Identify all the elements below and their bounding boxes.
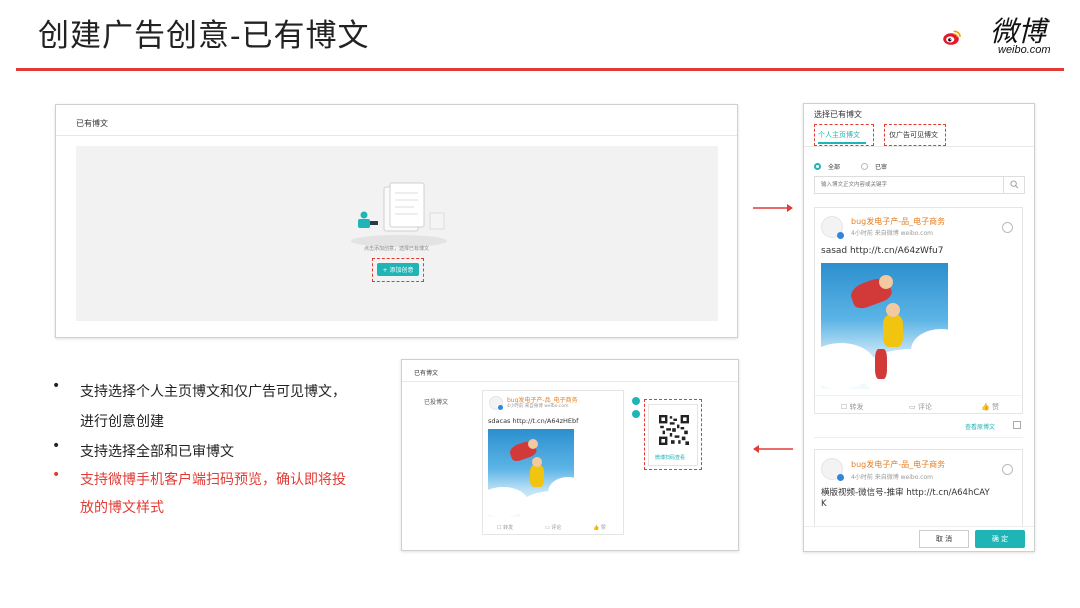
post-meta: 4小时前 来自微博 weibo.com <box>507 404 569 409</box>
tabs-divider <box>804 146 1034 147</box>
repost-label: 转发 <box>849 403 864 411</box>
comment-label: 评论 <box>917 403 932 411</box>
header-divider <box>56 135 737 136</box>
qr-toggle-icon[interactable] <box>632 410 640 418</box>
qr-box: 微博扫码查看 <box>648 404 698 466</box>
view-original-link[interactable]: 查看原博文 <box>965 422 995 431</box>
comment-button[interactable]: ▭ 评论 <box>909 402 932 412</box>
post-meta: 4小时前 来自微博 weibo.com <box>851 474 933 481</box>
qr-caption: 微博扫码查看 <box>655 455 686 461</box>
panel-header: 已有博文 <box>76 119 108 128</box>
posts-divider <box>814 437 1023 438</box>
post-user-name[interactable]: bug发电子产-品_电子商务 <box>851 216 945 227</box>
selected-post-panel: 已有博文 已投博文 bug发电子产-品_电子商务 4小时前 来自微博 weibo… <box>401 359 739 551</box>
qr-code-icon <box>659 415 689 445</box>
arrow-left-icon <box>753 445 793 453</box>
bullet-1-line-2: 进行创意创建 <box>80 414 164 430</box>
header-divider <box>16 68 1064 71</box>
grid-icon[interactable] <box>1013 421 1021 429</box>
panel-header: 已有博文 <box>414 370 439 377</box>
filter-all-label: 全部 <box>828 164 841 171</box>
post-card[interactable]: bug发电子产-品_电子商务 4小时前 来自微博 weibo.com sasad… <box>814 207 1023 414</box>
bullet-3-line-2: 放的博文样式 <box>80 500 164 516</box>
bullet-dot: • <box>52 378 61 394</box>
tab-ads-only-posts[interactable]: 仅广告可见博文 <box>889 130 938 140</box>
filter-all-radio[interactable] <box>814 163 821 170</box>
post-image <box>488 429 574 517</box>
existing-posts-panel: 已有博文 点击添加创意，选择已有博文 + 添加创意 <box>55 104 738 338</box>
weibo-logo-icon <box>943 30 961 45</box>
like-label: 赞 <box>600 525 606 531</box>
bullet-3-line-1: 支持微博手机客户端扫码预览，确认即将投 <box>80 472 346 488</box>
repost-button[interactable]: ☐ 转发 <box>497 524 513 531</box>
bullet-dot: • <box>52 467 61 483</box>
like-button[interactable]: 👍 赞 <box>593 524 606 531</box>
like-label: 赞 <box>991 403 999 411</box>
repost-label: 转发 <box>503 525 514 531</box>
comment-button[interactable]: ▭ 评论 <box>545 524 561 531</box>
arrow-right-icon <box>753 204 793 212</box>
post-user-name[interactable]: bug发电子产-品_电子商务 <box>851 459 945 470</box>
logo-domain: weibo.com <box>998 44 1051 56</box>
post-text-line-2: K <box>821 499 827 509</box>
post-select-radio[interactable] <box>1002 222 1013 233</box>
post-text-line-1: 横版视频-微信号-推审 http://t.cn/A64hCAY <box>821 488 990 498</box>
bullet-2-line-1: 支持选择全部和已审博文 <box>80 444 234 460</box>
search-input[interactable] <box>815 177 1001 193</box>
repost-button[interactable]: ☐ 转发 <box>841 402 864 412</box>
dialog-title: 选择已有博文 <box>814 110 862 119</box>
search-box <box>814 176 1025 194</box>
header-divider <box>402 381 738 382</box>
cancel-button[interactable]: 取 消 <box>919 530 969 548</box>
verified-icon <box>837 232 844 239</box>
tab-personal-posts[interactable]: 个人主页博文 <box>818 130 860 140</box>
post-text: sdacas http://t.cn/A64zHEbf <box>488 417 579 425</box>
bullet-dot: • <box>52 438 61 454</box>
post-card: bug发电子产-品_电子商务 4小时前 来自微博 weibo.com sdaca… <box>482 390 624 535</box>
actions-divider <box>815 395 1022 396</box>
like-button[interactable]: 👍 赞 <box>981 402 999 412</box>
close-icon[interactable] <box>632 397 640 405</box>
empty-hint: 点击添加创意，选择已有博文 <box>364 246 430 252</box>
verified-icon <box>498 405 503 410</box>
post-image <box>821 263 948 389</box>
select-post-dialog: 选择已有博文 个人主页博文 仅广告可见博文 全部 已审 bug发电子产-品_电子… <box>803 103 1035 552</box>
empty-illustration-icon <box>351 182 447 247</box>
verified-icon <box>837 474 844 481</box>
post-meta: 4小时前 来自微博 weibo.com <box>851 230 933 237</box>
filter-reviewed-radio[interactable] <box>861 163 868 170</box>
filter-reviewed-label: 已审 <box>875 164 888 171</box>
tab-active-underline <box>818 142 866 144</box>
add-creative-button[interactable]: + 添加创意 <box>377 263 419 276</box>
search-divider <box>1003 177 1004 193</box>
search-icon[interactable] <box>1010 180 1019 189</box>
bullet-1-line-1: 支持选择个人主页博文和仅广告可见博文， <box>80 384 346 400</box>
field-label: 已投博文 <box>424 399 449 406</box>
comment-label: 评论 <box>551 525 562 531</box>
feature-list: • 支持选择个人主页博文和仅广告可见博文， 进行创意创建 • 支持选择全部和已审… <box>52 378 392 518</box>
post-select-radio[interactable] <box>1002 464 1013 475</box>
slide-title: 创建广告创意-已有博文 <box>38 18 370 54</box>
post-text: sasad http://t.cn/A64zWfu7 <box>821 246 944 256</box>
confirm-button[interactable]: 确 定 <box>975 530 1025 548</box>
